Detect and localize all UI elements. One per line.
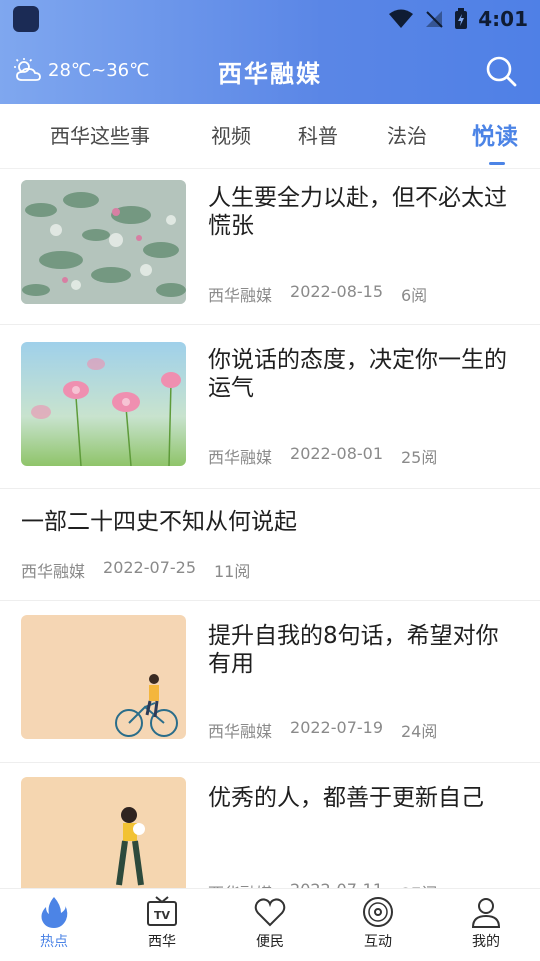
article-reads: 24阅: [401, 722, 438, 741]
nav-interact[interactable]: 互动: [338, 895, 418, 951]
article-title: 你说话的态度，决定你一生的运气: [208, 347, 507, 401]
app-header: 28℃~36℃ 西华融媒: [0, 44, 540, 100]
article-reads: 25阅: [401, 448, 438, 467]
status-bar: 4:01: [0, 0, 540, 38]
article-meta: 西华融媒 2022-07-25 11阅: [21, 558, 250, 582]
article-date: 2022-08-15: [290, 282, 383, 301]
status-time: 4:01: [478, 7, 528, 31]
disc-icon: [363, 897, 393, 927]
bottom-navigation: 热点 TV 西华 便民 互动 我的: [0, 888, 540, 961]
active-tab-indicator: [489, 162, 505, 165]
person-icon: [471, 898, 501, 928]
article-title: 提升自我的8句话，希望对你有用: [208, 623, 499, 677]
article-date: 2022-08-01: [290, 444, 383, 463]
svg-text:TV: TV: [154, 909, 171, 922]
list-item[interactable]: 人生要全力以赴，但不必太过慌张 西华融媒 2022-08-15 6阅: [0, 168, 540, 325]
partly-cloudy-icon: [14, 58, 41, 81]
article-source: 西华融媒: [208, 448, 273, 467]
article-source: 西华融媒: [208, 722, 273, 741]
article-source: 西华融媒: [21, 562, 86, 581]
nav-hot-label: 热点: [40, 934, 68, 950]
list-item[interactable]: 一部二十四史不知从何说起 西华融媒 2022-07-25 11阅: [0, 488, 540, 601]
nav-xihua[interactable]: TV 西华: [122, 895, 202, 951]
article-date: 2022-07-25: [103, 558, 196, 577]
article-reads: 11阅: [214, 562, 251, 581]
app-notification-icon: [13, 6, 39, 32]
wifi-icon: [389, 9, 414, 28]
article-source: 西华融媒: [208, 286, 273, 305]
status-icons: 4:01: [388, 7, 528, 31]
weather-widget: 28℃~36℃: [14, 58, 149, 82]
nav-hot[interactable]: 热点: [14, 895, 94, 951]
list-item[interactable]: 提升自我的8句话，希望对你有用 西华融媒 2022-07-19 24阅: [0, 600, 540, 763]
category-tabs: 西华这些事 视频 科普 法治 悦读: [0, 104, 540, 169]
article-meta: 西华融媒 2022-08-15 6阅: [208, 282, 427, 306]
tab-law[interactable]: 法治: [387, 120, 427, 149]
article-date: 2022-07-19: [290, 718, 383, 737]
heart-icon: [254, 898, 286, 927]
article-title: 人生要全力以赴，但不必太过慌张: [208, 185, 507, 239]
search-icon[interactable]: [484, 54, 518, 88]
article-thumbnail: [21, 615, 186, 739]
article-reads: 6阅: [401, 286, 428, 305]
article-thumbnail: [21, 342, 186, 466]
tab-video[interactable]: 视频: [211, 120, 251, 149]
nav-mine[interactable]: 我的: [446, 895, 526, 951]
no-signal-icon: [426, 11, 443, 28]
brand-logo: 西华融媒: [218, 59, 322, 88]
article-meta: 西华融媒 2022-08-01 25阅: [208, 444, 437, 468]
tab-xihua-stories[interactable]: 西华这些事: [50, 120, 150, 149]
nav-service-label: 便民: [256, 934, 284, 950]
temperature-range: 28℃~36℃: [48, 59, 150, 81]
list-item[interactable]: 你说话的态度，决定你一生的运气 西华融媒 2022-08-01 25阅: [0, 324, 540, 489]
article-title: 优秀的人，都善于更新自己: [208, 785, 484, 811]
top-banner: 4:01 28℃~36℃ 西华融媒: [0, 0, 540, 104]
flame-icon: [41, 897, 68, 928]
article-title: 一部二十四史不知从何说起: [21, 509, 297, 535]
article-thumbnail: [21, 180, 186, 304]
battery-charging-icon: [455, 8, 468, 29]
tv-icon: TV: [147, 896, 177, 926]
nav-interact-label: 互动: [364, 934, 392, 950]
nav-xihua-label: 西华: [148, 934, 176, 950]
tab-science[interactable]: 科普: [298, 120, 338, 149]
nav-mine-label: 我的: [472, 934, 500, 950]
tab-reading[interactable]: 悦读: [472, 117, 518, 151]
nav-service[interactable]: 便民: [230, 895, 310, 951]
article-meta: 西华融媒 2022-07-19 24阅: [208, 718, 437, 742]
